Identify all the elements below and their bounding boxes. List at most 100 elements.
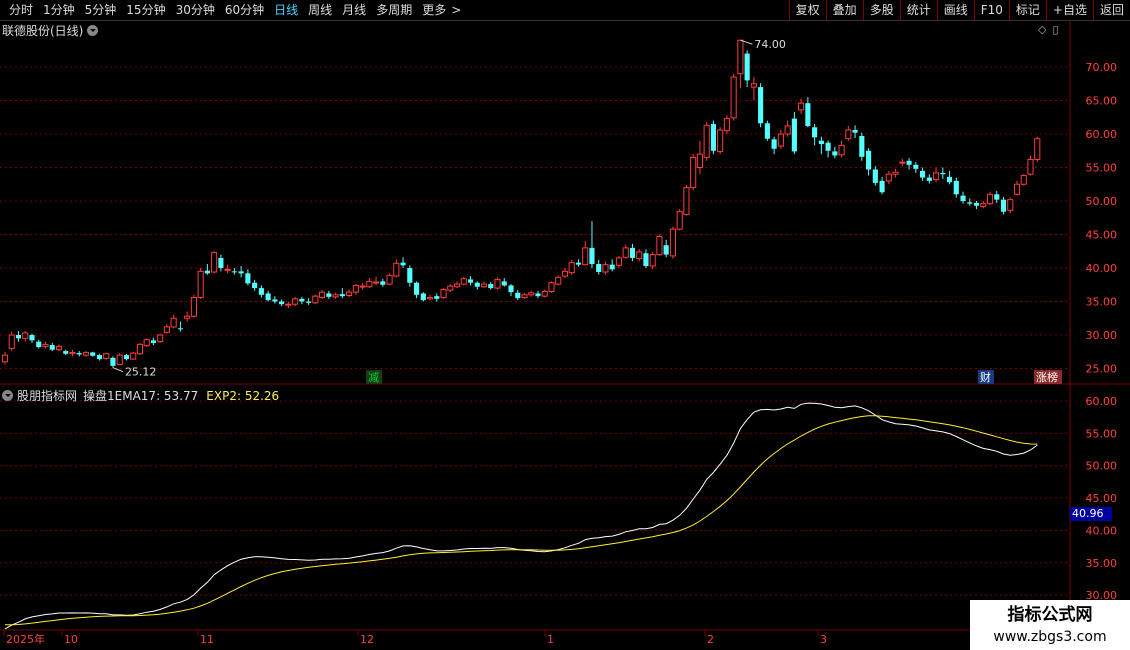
candle-body-down [812, 127, 818, 138]
candle-body-down [467, 279, 474, 283]
ind-tick-label: 60.00 [1086, 395, 1118, 408]
candle-body-down [953, 180, 959, 195]
candle-body-down [596, 263, 602, 273]
candle-body-down [967, 202, 973, 204]
candle-body-up [582, 247, 589, 266]
candle-body-down [272, 299, 278, 302]
candle-body-down [96, 355, 103, 360]
candle-body-down [832, 151, 838, 156]
candle-body-up [690, 156, 697, 189]
candle-body-down [15, 335, 22, 339]
candle-body-down [973, 203, 980, 206]
time-tick-label: 2 [707, 633, 714, 646]
candle-body-up [1007, 199, 1014, 211]
candle-body-up [777, 133, 784, 147]
ind-tick-label: 35.00 [1086, 557, 1118, 570]
candle-body-down [474, 282, 480, 287]
crosshair-price-box: 40.96 [1070, 507, 1112, 521]
candle-body-down [609, 264, 615, 270]
indicator-title-bar: 股朋指标网 操盘1EMA17: 53.77 EXP2: 52.26 [2, 387, 279, 404]
candle-body-down [265, 293, 271, 301]
candle-body-down [926, 177, 932, 181]
candle-body-down [946, 176, 953, 183]
candle-body-down [413, 282, 420, 295]
candle-body-up [750, 83, 757, 88]
candle-body-up [224, 268, 231, 271]
candle-body-down [515, 292, 521, 299]
candle-body-down [123, 355, 130, 360]
candle-body-up [352, 284, 359, 293]
candle-body-up [157, 334, 164, 343]
candle-body-down [238, 271, 244, 274]
candle-body-down [150, 340, 156, 344]
candle-body-down [825, 142, 831, 151]
candle-body-up [717, 129, 724, 152]
candle-body-up [393, 262, 400, 277]
candle-body-down [326, 293, 332, 297]
candle-body-up [784, 125, 791, 135]
candle-body-down [407, 268, 413, 283]
candle-body-up [69, 351, 76, 354]
ind-tick-label: 40.00 [1086, 524, 1118, 537]
price-tick-label: 40.00 [1086, 262, 1118, 275]
candle-body-up [426, 296, 434, 300]
candle-body-up [55, 345, 63, 351]
candle-body-up [1027, 158, 1034, 175]
candle-body-up [494, 278, 501, 289]
candle-body-up [568, 262, 575, 274]
candle-body-up [723, 118, 730, 132]
candle-body-up [899, 161, 906, 164]
ema-value: 操盘1EMA17: 53.77 [83, 389, 199, 403]
candle-body-up [669, 228, 676, 257]
event-tag-label: 涨榜 [1036, 370, 1058, 384]
candle-body-up [555, 276, 562, 285]
candle-body-down [940, 172, 946, 175]
candle-body-up [636, 251, 643, 260]
candle-body-up [932, 172, 940, 181]
candle-body-up [480, 283, 488, 288]
candle-body-up [359, 285, 366, 288]
candle-body-up [696, 153, 703, 169]
candle-body-up [319, 291, 326, 298]
candle-body-up [22, 332, 29, 339]
watermark-title: 指标公式网 [1007, 605, 1093, 625]
candle-body-up [561, 270, 569, 277]
price-tick-label: 45.00 [1086, 229, 1118, 242]
candle-body-up [615, 257, 623, 266]
candle-body-down [501, 281, 507, 286]
candle-body-up [453, 283, 461, 288]
candle-body-up [460, 278, 467, 285]
exp2-value: EXP2: 52.26 [206, 388, 280, 403]
price-tick-label: 60.00 [1086, 128, 1118, 141]
candle-body-down [764, 123, 770, 139]
chart-canvas[interactable]: 70.00 65.00 60.00 55.00 50.00 45.00 40.00 35.00… [0, 0, 1130, 650]
candle-body-up [143, 339, 150, 347]
candle-body-down [629, 247, 636, 258]
candle-body-down [791, 118, 797, 152]
time-tick-label: 2025年 [6, 632, 45, 646]
candle-body-up [184, 315, 191, 319]
candle-body-up [683, 187, 690, 215]
price-tick-label: 65.00 [1086, 95, 1118, 108]
event-tag-label: 财 [980, 370, 991, 384]
candle-body-down [90, 352, 96, 356]
candle-body-up [528, 292, 535, 296]
candle-body-up [447, 285, 454, 291]
indicator-dropdown-icon[interactable] [2, 390, 13, 401]
candle-body-up [197, 270, 204, 298]
candle-body-up [116, 354, 123, 365]
candle-body-up [332, 294, 339, 298]
candle-body-down [575, 262, 582, 265]
candle-body-down [36, 341, 42, 348]
candle-body-down [960, 195, 966, 201]
time-tick-label: 3 [820, 633, 827, 646]
candle-body-down [919, 170, 926, 178]
candle-body-down [872, 169, 878, 183]
ind-tick-label: 50.00 [1086, 460, 1118, 473]
candle-body-down [231, 271, 237, 273]
time-tick-label: 12 [360, 633, 374, 646]
candle-body-down [994, 194, 1000, 200]
time-tick-label: 10 [64, 633, 78, 646]
candle-body-down [63, 351, 69, 354]
candle-body-up [737, 39, 744, 75]
